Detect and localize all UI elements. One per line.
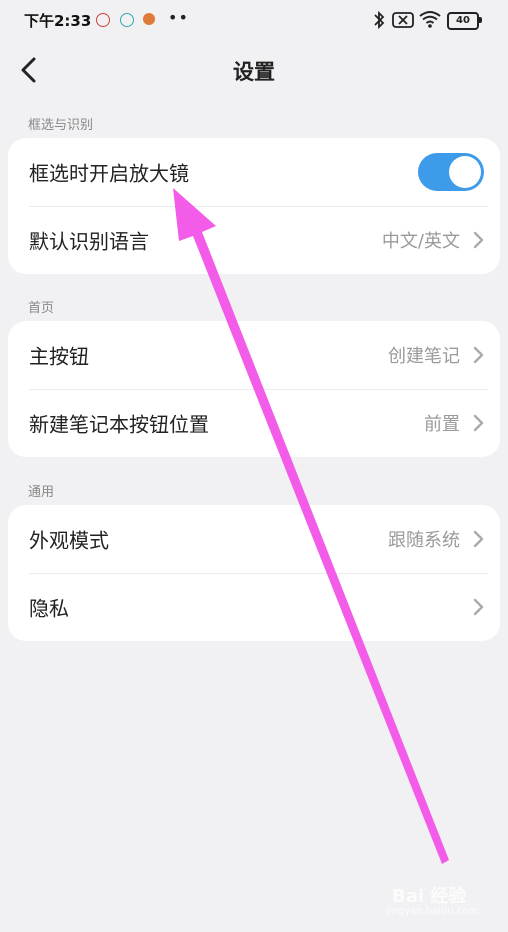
notification-icon: [120, 13, 134, 27]
row-label: 隐私: [29, 596, 69, 621]
bluetooth-icon: [374, 10, 385, 30]
magnifier-setting-row: 框选时开启放大镜: [8, 138, 500, 206]
row-label: 默认识别语言: [29, 229, 149, 254]
mute-icon: [392, 12, 414, 28]
chevron-right-icon: [473, 231, 484, 249]
wifi-icon: [419, 11, 441, 28]
more-notifications-icon: ••: [168, 8, 189, 27]
privacy-row[interactable]: 隐私: [8, 573, 500, 641]
row-label: 框选时开启放大镜: [29, 161, 189, 186]
chevron-right-icon: [473, 346, 484, 364]
chevron-right-icon: [473, 598, 484, 616]
row-value: 中文/英文: [381, 231, 460, 252]
chevron-right-icon: [473, 414, 484, 432]
main-button-row[interactable]: 主按钮 创建笔记: [8, 321, 500, 389]
row-value: 跟随系统: [388, 530, 460, 551]
battery-tip: [479, 17, 482, 23]
appearance-mode-row[interactable]: 外观模式 跟随系统: [8, 505, 500, 573]
toggle-knob: [449, 156, 481, 188]
page-title: 设置: [233, 60, 275, 84]
baidu-jingyan-watermark: Bai 经验: [392, 886, 467, 907]
settings-card-home: 主按钮 创建笔记 新建笔记本按钮位置 前置: [8, 321, 500, 457]
watermark-url: jingyan.baidu.com: [386, 906, 479, 917]
row-label: 新建笔记本按钮位置: [29, 412, 209, 437]
recognition-language-row[interactable]: 默认识别语言 中文/英文: [8, 206, 500, 274]
row-value: 前置: [424, 414, 460, 435]
chevron-right-icon: [473, 530, 484, 548]
status-bar: 下午2:33 •• 40: [0, 0, 508, 40]
section-label-selection: 框选与识别: [28, 118, 94, 133]
row-value: 创建笔记: [388, 346, 460, 367]
section-label-home: 首页: [28, 301, 55, 316]
notification-icon: [143, 13, 155, 25]
settings-card-selection: 框选时开启放大镜 默认识别语言 中文/英文: [8, 138, 500, 274]
section-label-general: 通用: [28, 485, 55, 500]
notification-icon: [96, 13, 110, 27]
status-time: 下午2:33: [24, 12, 92, 30]
row-label: 外观模式: [29, 528, 109, 553]
magnifier-toggle[interactable]: [418, 153, 484, 191]
settings-card-general: 外观模式 跟随系统 隐私: [8, 505, 500, 641]
battery-icon: 40: [447, 12, 479, 30]
row-label: 主按钮: [29, 344, 89, 369]
new-notebook-button-position-row[interactable]: 新建笔记本按钮位置 前置: [8, 389, 500, 457]
